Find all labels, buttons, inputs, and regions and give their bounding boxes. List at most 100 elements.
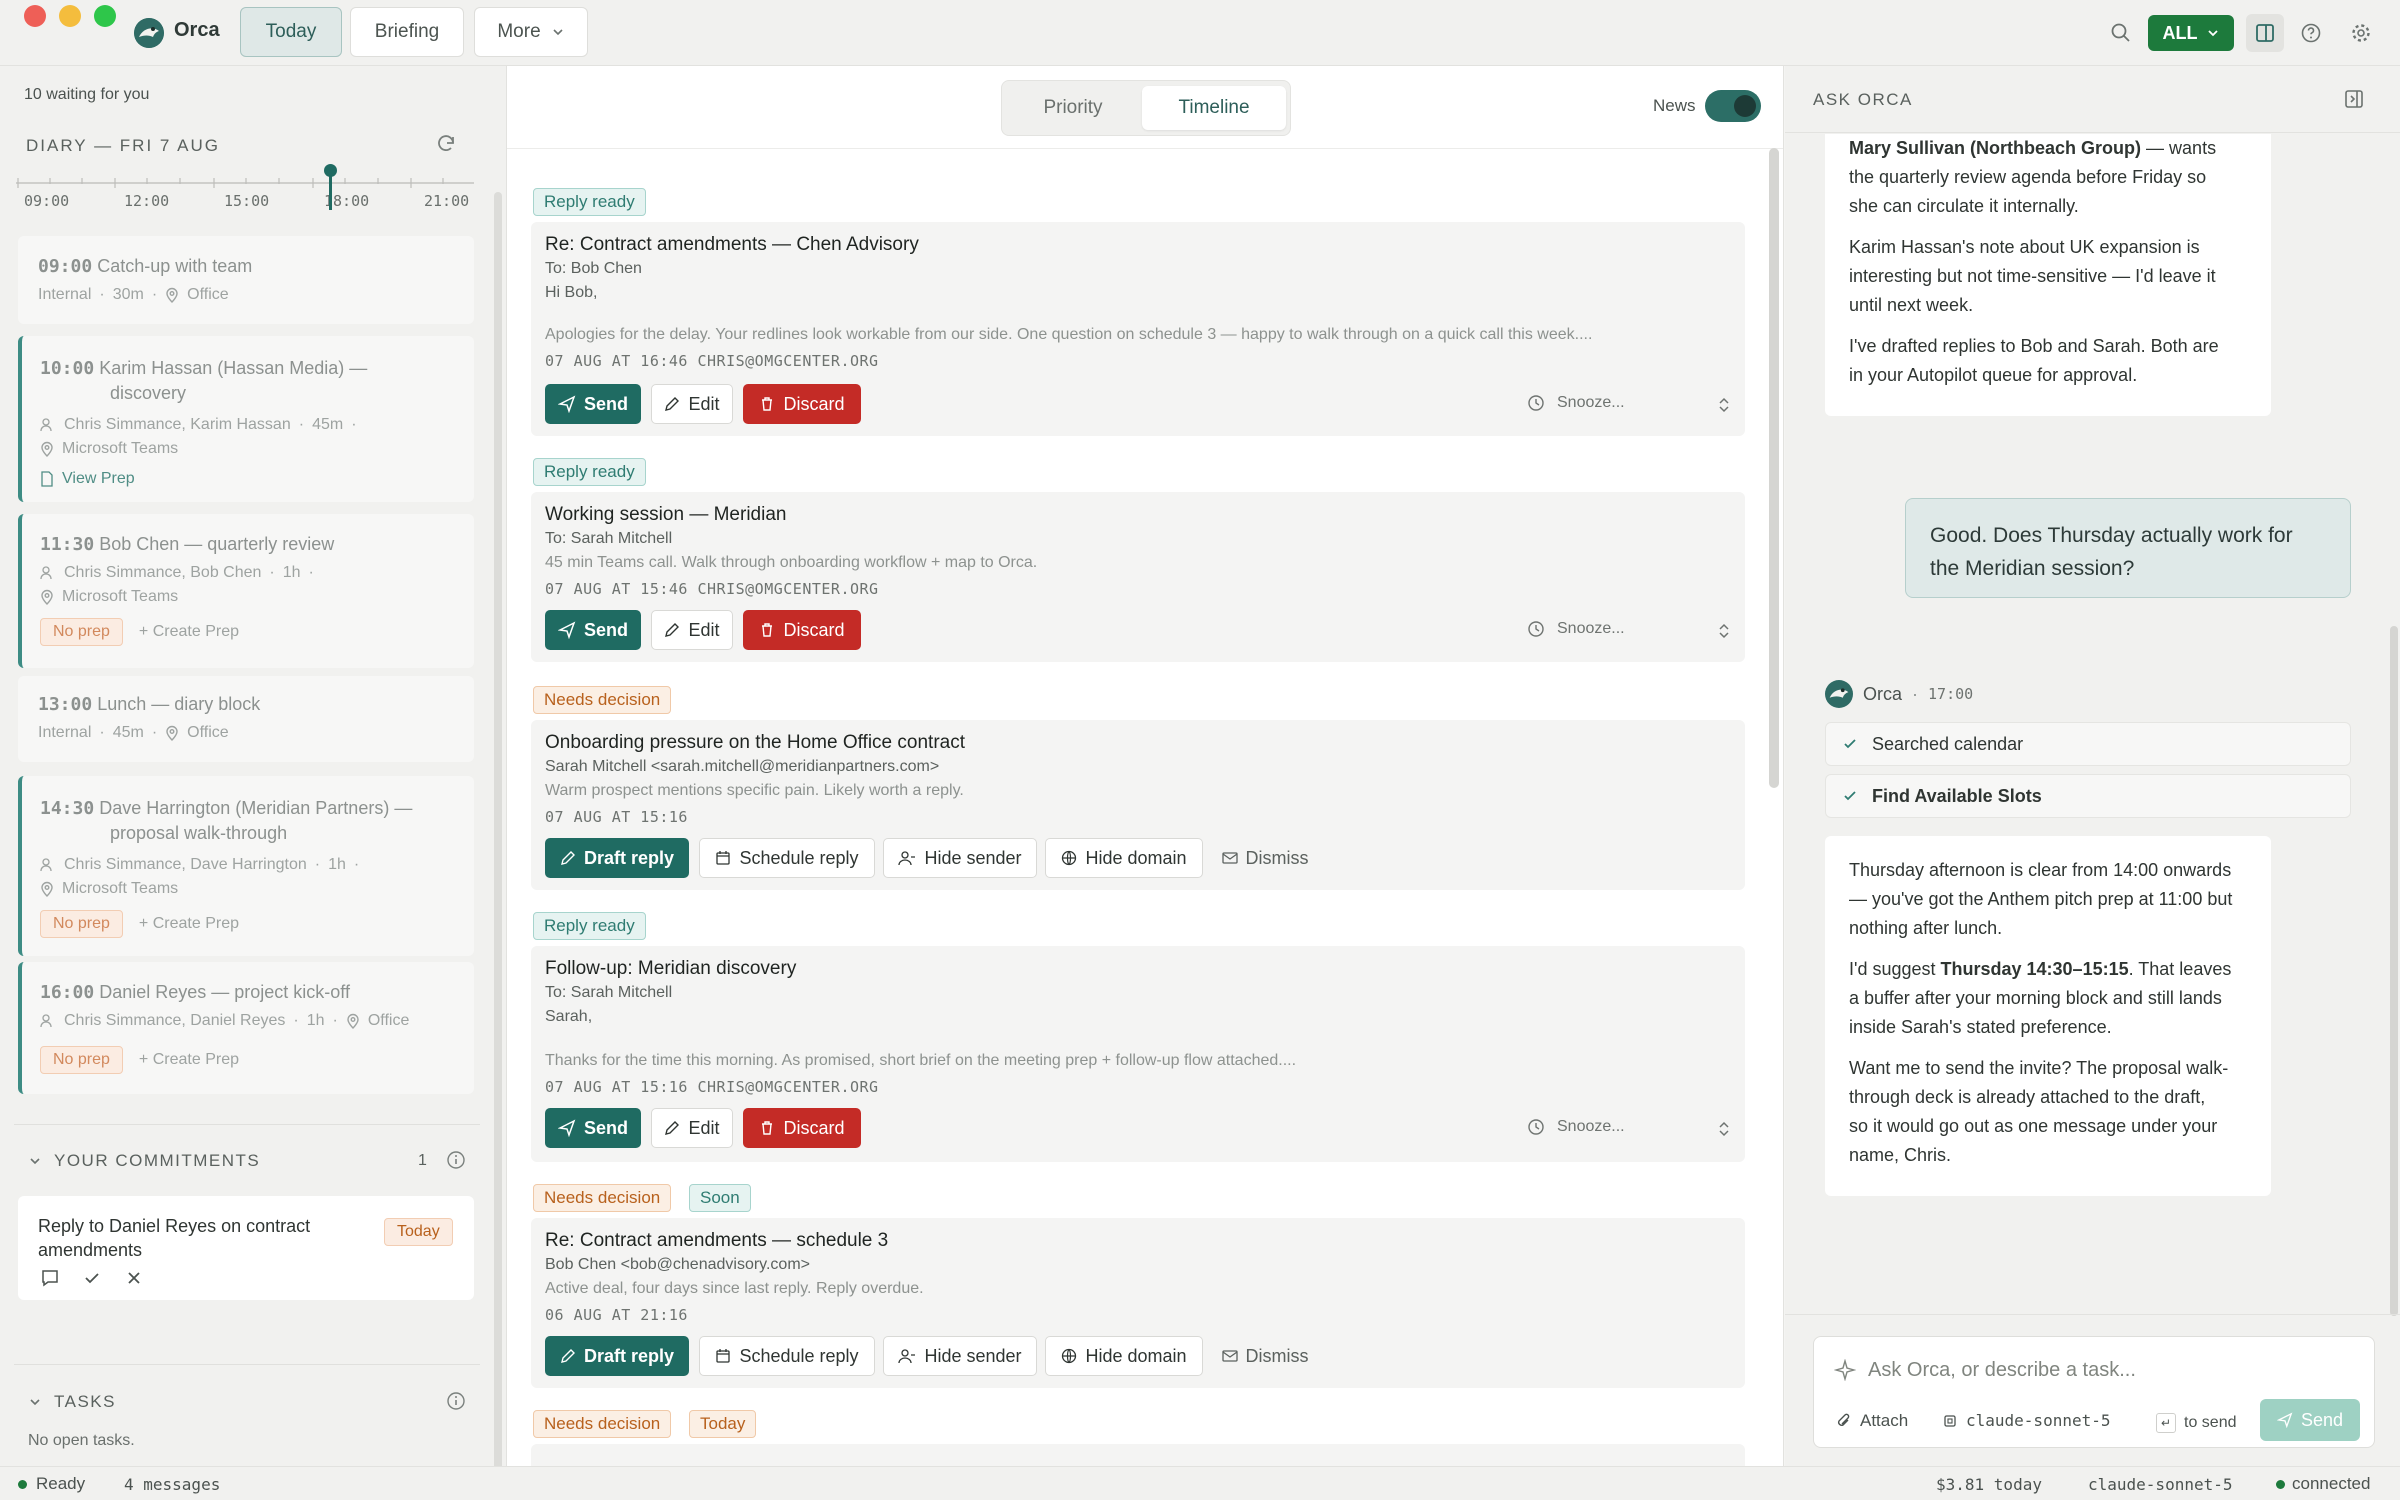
location-pin-icon — [347, 1013, 359, 1029]
schedule-reply-button[interactable]: Schedule reply — [699, 1336, 875, 1376]
attach-button[interactable]: Attach — [1836, 1411, 1908, 1431]
message-card[interactable]: Working session — Meridian To: Sarah Mit… — [531, 492, 1745, 662]
dismiss-button[interactable]: Dismiss — [1213, 1336, 1317, 1376]
create-prep-link[interactable]: + Create Prep — [139, 1051, 239, 1068]
hide-sender-button[interactable]: Hide sender — [883, 1336, 1037, 1376]
message-preview: Warm prospect mentions specific pain. Li… — [545, 782, 964, 799]
event-card[interactable]: 09:00 Catch-up with team Internal · 30m · Of… — [18, 236, 474, 324]
event-card[interactable]: 13:00 Lunch — diary block Internal · 45m · O… — [18, 676, 474, 762]
nav-today-button[interactable]: Today — [240, 7, 342, 57]
pencil-icon — [561, 851, 575, 865]
discard-button[interactable]: Discard — [743, 384, 861, 424]
event-duration: 45m — [112, 724, 144, 741]
event-card[interactable]: 14:30 Dave Harrington (Meridian Partners… — [18, 776, 474, 956]
message-card[interactable] — [531, 1444, 1745, 1466]
hide-domain-button[interactable]: Hide domain — [1045, 838, 1203, 878]
snooze-dropdown[interactable]: Snooze... — [1527, 1118, 1625, 1136]
sidebar-toggle-icon[interactable] — [2246, 14, 2284, 52]
model-selector[interactable]: claude-sonnet-5 — [1942, 1411, 2111, 1430]
ask-send-button[interactable]: Send — [2260, 1399, 2360, 1441]
news-toggle[interactable] — [1705, 90, 1761, 122]
updown-chevron-icon[interactable] — [1717, 396, 1731, 414]
ask-orca-input[interactable]: Ask Orca, or describe a task... — [1868, 1359, 2136, 1382]
nav-more-label: More — [497, 21, 541, 42]
refresh-icon[interactable] — [434, 132, 460, 158]
create-prep-label: Create Prep — [152, 1051, 239, 1068]
send-shortcut-hint: ↵ to send — [2156, 1413, 2236, 1433]
search-icon[interactable] — [2106, 18, 2136, 48]
edit-button[interactable]: Edit — [651, 384, 733, 424]
center-scrollbar[interactable] — [1769, 148, 1779, 788]
discard-button[interactable]: Discard — [743, 1108, 861, 1148]
send-button[interactable]: Send — [545, 610, 641, 650]
comment-icon[interactable] — [40, 1268, 60, 1288]
mail-icon — [1221, 852, 1238, 864]
close-window-button[interactable] — [24, 5, 46, 27]
send-button[interactable]: Send — [545, 1108, 641, 1148]
message-card[interactable]: Follow-up: Meridian discovery To: Sarah … — [531, 946, 1745, 1162]
current-time-dot — [324, 164, 337, 177]
tab-priority[interactable]: Priority — [1008, 86, 1138, 130]
tasks-empty-text: No open tasks. — [28, 1432, 135, 1449]
right-scrollbar[interactable] — [2390, 626, 2398, 1316]
check-icon[interactable] — [82, 1268, 102, 1288]
commitment-card[interactable]: Reply to Daniel Reyes on contract amendme… — [18, 1196, 474, 1300]
draft-reply-button[interactable]: Draft reply — [545, 838, 689, 878]
edit-label: Edit — [688, 619, 720, 640]
nav-today-label: Today — [265, 21, 317, 42]
event-location: Microsoft Teams — [62, 880, 179, 897]
chevron-down-icon — [2207, 30, 2218, 37]
schedule-reply-button[interactable]: Schedule reply — [699, 838, 875, 878]
assistant-message: Mary Sullivan (Northbeach Group) — wants… — [1825, 134, 2271, 416]
snooze-dropdown[interactable]: Snooze... — [1527, 620, 1625, 638]
updown-chevron-icon[interactable] — [1717, 1120, 1731, 1138]
discard-button[interactable]: Discard — [743, 610, 861, 650]
event-people: Chris Simmance, Bob Chen — [64, 564, 262, 581]
info-icon[interactable] — [446, 1150, 466, 1170]
left-scrollbar[interactable] — [494, 192, 502, 1492]
message-text: Karim Hassan's note about UK expansion i… — [1849, 237, 2200, 257]
nav-briefing-button[interactable]: Briefing — [350, 7, 464, 57]
diary-timeline[interactable]: 09:00 12:00 15:00 18:00 21:00 — [16, 164, 474, 210]
event-duration: 1h — [282, 564, 301, 581]
edit-button[interactable]: Edit — [651, 1108, 733, 1148]
tasks-header[interactable]: TASKS — [28, 1392, 116, 1412]
draft-reply-button[interactable]: Draft reply — [545, 1336, 689, 1376]
hide-domain-button[interactable]: Hide domain — [1045, 1336, 1203, 1376]
collapse-panel-icon[interactable] — [2343, 88, 2365, 110]
event-card[interactable]: 16:00 Daniel Reyes — project kick-off Ch… — [18, 962, 474, 1094]
close-icon[interactable] — [124, 1268, 144, 1288]
minimize-window-button[interactable] — [59, 5, 81, 27]
gear-icon[interactable] — [2346, 18, 2376, 48]
create-prep-link[interactable]: + Create Prep — [139, 623, 239, 640]
help-icon[interactable] — [2296, 18, 2326, 48]
nav-more-button[interactable]: More — [474, 7, 588, 57]
snooze-dropdown[interactable]: Snooze... — [1527, 394, 1625, 412]
message-card[interactable]: Re: Contract amendments — schedule 3 Bob… — [531, 1218, 1745, 1388]
event-type: Internal — [38, 724, 92, 741]
discard-label: Discard — [783, 1117, 845, 1138]
filter-all-button[interactable]: ALL — [2148, 15, 2234, 51]
tab-timeline[interactable]: Timeline — [1142, 86, 1286, 130]
message-card[interactable]: Re: Contract amendments — Chen Advisory … — [531, 222, 1745, 436]
edit-button[interactable]: Edit — [651, 610, 733, 650]
event-card[interactable]: 11:30 Bob Chen — quarterly review Chris … — [18, 514, 474, 668]
hide-sender-button[interactable]: Hide sender — [883, 838, 1037, 878]
info-icon[interactable] — [446, 1391, 466, 1411]
updown-chevron-icon[interactable] — [1717, 622, 1731, 640]
create-prep-link[interactable]: + Create Prep — [139, 915, 239, 932]
event-card[interactable]: 10:00 Karim Hassan (Hassan Media) — disco… — [18, 336, 474, 502]
send-button[interactable]: Send — [545, 384, 641, 424]
priority-badge: Today — [689, 1410, 757, 1438]
dismiss-button[interactable]: Dismiss — [1213, 838, 1317, 878]
tool-call-row[interactable]: Find Available Slots — [1825, 774, 2351, 818]
to-send-label: to send — [2184, 1414, 2237, 1431]
maximize-window-button[interactable] — [94, 5, 116, 27]
view-prep-link[interactable]: View Prep — [40, 470, 135, 488]
commitments-header[interactable]: YOUR COMMITMENTS — [28, 1151, 260, 1171]
message-card[interactable]: Onboarding pressure on the Home Office c… — [531, 720, 1745, 890]
priority-badge: Soon — [689, 1184, 751, 1212]
tool-call-row[interactable]: Searched calendar — [1825, 722, 2351, 766]
ask-orca-input-box[interactable]: Ask Orca, or describe a task... Attach c… — [1813, 1336, 2375, 1448]
message-text: . That leaves — [2128, 959, 2232, 979]
